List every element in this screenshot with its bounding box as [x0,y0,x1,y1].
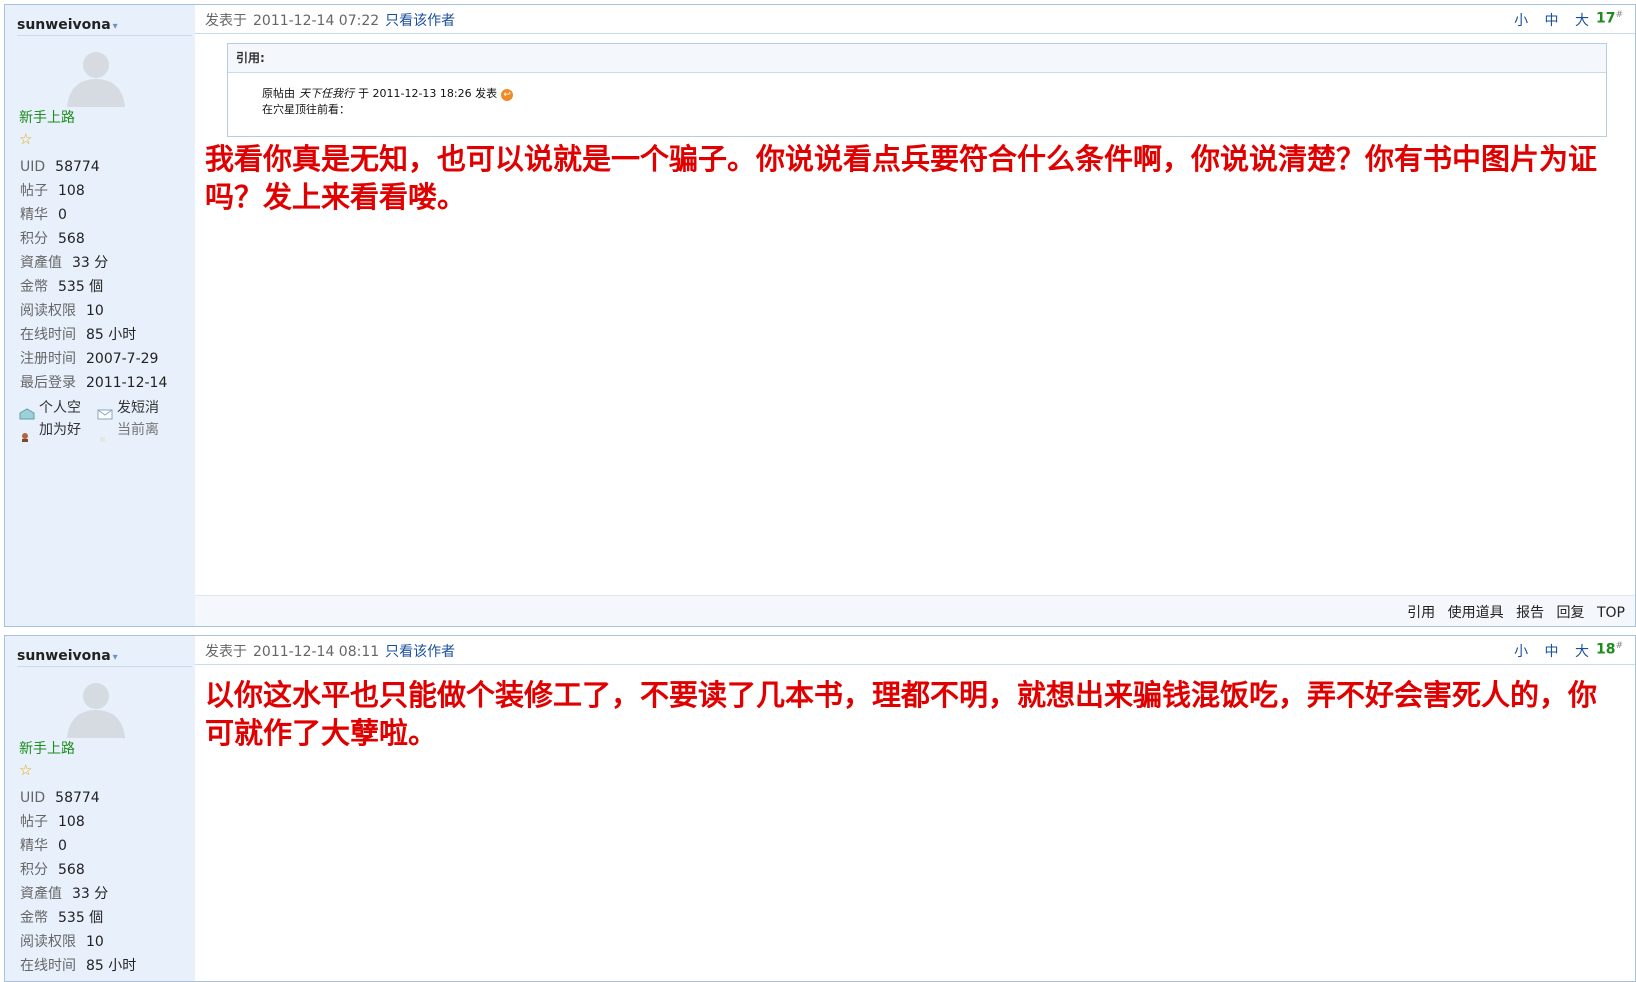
stat-uid: UID 58774 [20,159,100,175]
quote-source: 原帖由 天下任我行于 2011-12-13 18:26 发表 ↩ [262,86,514,102]
stat-uid: UID 58774 [20,790,100,806]
stat-read-perm: 阅读权限 10 [20,303,104,319]
user-rank: 新手上路 [19,110,75,126]
user-add-icon [22,433,28,442]
author-name[interactable]: sunweivona ▾ [17,17,192,36]
stat-register-date: 注册时间 2007-7-29 [20,351,159,367]
goto-original-post-icon[interactable]: ↩ [501,89,514,101]
stat-online-time: 在线时间 85 小时 [20,958,137,974]
send-message-link[interactable]: 发短消 [97,397,177,420]
post-header: 发表于 2011-12-14 08:11 只看该作者 小 中 大 18# [195,636,1635,665]
font-size-switcher[interactable]: 小 中 大 [1514,10,1595,30]
user-rank: 新手上路 [19,741,75,757]
author-stats: UID 58774 帖子 108 精华 0 积分 568 資產值 33 分 金幣 535 個… [20,786,136,978]
quote-text: 在穴星顶往前看： [262,103,350,116]
author-sidebar: sunweivona ▾ 新手上路 ☆ UID 58774 帖子 108 精华 0 积分… [5,636,195,981]
font-size-switcher[interactable]: 小 中 大 [1514,641,1595,661]
only-author-link[interactable]: 只看该作者 [385,13,455,29]
post-message: 以你这水平也只能做个装修工了，不要读了几本书，理都不明，就想出来骗钱混饭吃，弄不… [205,678,1598,750]
stat-assets: 資產值 33 分 [20,886,109,902]
report-button[interactable]: 报告 [1516,605,1544,621]
floor-number[interactable]: 18# [1596,641,1623,658]
only-author-link[interactable]: 只看该作者 [385,644,455,660]
stat-digest: 精华 0 [20,838,67,854]
post-header: 发表于 2011-12-14 07:22 只看该作者 小 中 大 17# [195,5,1635,34]
star-icon: ☆ [19,130,33,148]
author-sidebar: sunweivona ▾ 新手上路 ☆ UID 58774 帖子 108 精华 0 积分… [5,5,195,626]
post-datetime: 2011-12-14 07:22 [253,13,380,29]
stat-read-perm: 阅读权限 10 [20,934,104,950]
offline-icon [100,437,105,442]
post-18: sunweivona ▾ 新手上路 ☆ UID 58774 帖子 108 精华 0 积分… [4,635,1636,982]
posted-label: 发表于 [205,13,247,29]
post-main: 发表于 2011-12-14 08:11 只看该作者 小 中 大 18# 以你这水平… [195,636,1635,981]
post-footer: 引用 使用道具 报告 回复 TOP [195,595,1635,626]
posted-label: 发表于 [205,644,247,660]
post-17: sunweivona ▾ 新手上路 ☆ UID 58774 帖子 108 精华 0 积分… [4,4,1636,627]
star-icon: ☆ [19,761,33,779]
post-main: 发表于 2011-12-14 07:22 只看该作者 小 中 大 17# 引用: 原… [195,5,1635,626]
quote-block: 引用: 原帖由 天下任我行于 2011-12-13 18:26 发表 ↩ 在穴星顶往… [227,43,1607,137]
chevron-down-icon[interactable]: ▾ [113,652,118,663]
add-friend-link[interactable]: 加为好 [19,419,99,442]
avatar[interactable] [63,45,129,107]
personal-space-link[interactable]: 个人空 [19,397,99,420]
stat-coins: 金幣 535 個 [20,279,104,295]
chevron-down-icon[interactable]: ▾ [113,21,118,32]
author-name[interactable]: sunweivona ▾ [17,648,192,667]
floor-number[interactable]: 17# [1596,10,1623,27]
stat-points: 积分 568 [20,231,85,247]
stat-points: 积分 568 [20,862,85,878]
stat-assets: 資產值 33 分 [20,255,109,271]
stat-coins: 金幣 535 個 [20,910,104,926]
quote-title: 引用: [228,44,1606,73]
author-stats: UID 58774 帖子 108 精华 0 积分 568 資產值 33 分 金幣 535 個… [20,155,167,395]
quote-original-author: 天下任我行 [299,87,354,100]
post-meta: 发表于 2011-12-14 07:22 只看该作者 [205,10,455,30]
quote-body: 原帖由 天下任我行于 2011-12-13 18:26 发表 ↩ 在穴星顶往前看： [262,86,514,118]
avatar[interactable] [63,676,129,738]
stat-digest: 精华 0 [20,207,67,223]
post-datetime: 2011-12-14 08:11 [253,644,380,660]
stat-posts: 帖子 108 [20,183,85,199]
quote-button[interactable]: 引用 [1407,605,1435,621]
top-button[interactable]: TOP [1597,605,1625,621]
reply-button[interactable]: 回复 [1557,605,1585,621]
stat-posts: 帖子 108 [20,814,85,830]
stat-online-time: 在线时间 85 小时 [20,327,137,343]
post-meta: 发表于 2011-12-14 08:11 只看该作者 [205,641,455,661]
offline-status: 当前离 [97,419,177,442]
use-item-button[interactable]: 使用道具 [1448,605,1504,621]
stat-last-login: 最后登录 2011-12-14 [20,375,168,391]
post-message: 我看你真是无知，也可以说就是一个骗子。你说说看点兵要符合什么条件啊，你说说清楚？… [205,142,1598,214]
